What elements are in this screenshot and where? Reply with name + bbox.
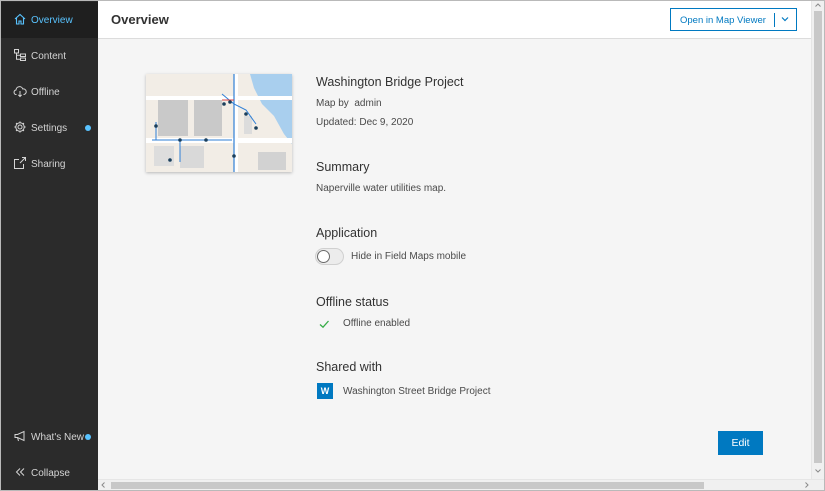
offline-status-heading: Offline status bbox=[316, 295, 389, 309]
updated-date: Updated: Dec 9, 2020 bbox=[316, 117, 414, 128]
sidebar-item-label: Sharing bbox=[31, 158, 66, 170]
summary-heading: Summary bbox=[316, 160, 370, 174]
layers-tree-icon bbox=[14, 49, 26, 61]
whats-new-button[interactable]: What's New bbox=[1, 419, 98, 455]
sidebar-item-label: Content bbox=[31, 50, 67, 62]
sidebar-item-sharing[interactable]: Sharing bbox=[1, 146, 98, 182]
owner-label: Map by bbox=[316, 98, 349, 109]
hide-in-field-maps-toggle[interactable] bbox=[315, 248, 344, 265]
sidebar-item-settings[interactable]: Settings bbox=[1, 110, 98, 146]
scroll-down-arrow-icon[interactable] bbox=[814, 467, 822, 475]
offline-status-text: Offline enabled bbox=[343, 318, 411, 329]
toggle-label: Hide in Field Maps mobile bbox=[351, 251, 467, 262]
sidebar-item-label: Overview bbox=[31, 14, 73, 26]
vertical-scroll-thumb[interactable] bbox=[814, 11, 822, 463]
app-window: Overview Content Offline Settings Sharin… bbox=[0, 0, 825, 491]
whats-new-label: What's New bbox=[31, 431, 85, 443]
horizontal-scrollbar[interactable] bbox=[98, 479, 824, 490]
gear-icon bbox=[14, 121, 26, 133]
application-heading: Application bbox=[316, 226, 378, 240]
vertical-scrollbar[interactable] bbox=[811, 1, 824, 479]
sidebar-item-label: Settings bbox=[31, 122, 68, 134]
summary-text: Naperville water utilities map. bbox=[316, 183, 447, 194]
map-thumbnail-image bbox=[146, 74, 292, 172]
cloud-download-icon bbox=[13, 86, 27, 98]
owner-name: admin bbox=[354, 98, 382, 109]
toggle-knob bbox=[317, 250, 330, 263]
map-thumbnail[interactable] bbox=[146, 74, 292, 172]
main-content: Washington Bridge Project Map by admin U… bbox=[98, 39, 811, 479]
group-avatar: W bbox=[317, 383, 333, 399]
page-header: Overview Open in Map Viewer bbox=[98, 1, 811, 39]
scroll-left-arrow-icon[interactable] bbox=[99, 481, 107, 489]
home-icon bbox=[14, 13, 26, 25]
chevrons-left-icon bbox=[15, 468, 25, 476]
button-divider bbox=[774, 13, 775, 27]
share-icon bbox=[14, 157, 26, 169]
horizontal-scroll-thumb[interactable] bbox=[111, 482, 704, 489]
chevron-down-icon[interactable] bbox=[780, 14, 790, 24]
sidebar: Overview Content Offline Settings Sharin… bbox=[1, 1, 98, 490]
megaphone-icon bbox=[14, 430, 25, 442]
sidebar-item-offline[interactable]: Offline bbox=[1, 74, 98, 110]
sidebar-item-content[interactable]: Content bbox=[1, 38, 98, 74]
map-title: Washington Bridge Project bbox=[316, 75, 464, 89]
checkmark-icon bbox=[319, 320, 329, 329]
shared-group-name[interactable]: Washington Street Bridge Project bbox=[343, 386, 490, 397]
open-in-map-viewer-label: Open in Map Viewer bbox=[680, 15, 766, 26]
open-in-map-viewer-button[interactable]: Open in Map Viewer bbox=[670, 8, 797, 31]
collapse-label: Collapse bbox=[31, 467, 70, 479]
collapse-button[interactable]: Collapse bbox=[1, 455, 98, 490]
indicator-dot bbox=[85, 125, 91, 131]
scroll-right-arrow-icon[interactable] bbox=[803, 481, 811, 489]
page-title: Overview bbox=[111, 12, 169, 27]
indicator-dot bbox=[85, 434, 91, 440]
shared-with-heading: Shared with bbox=[316, 360, 383, 374]
owner-line: Map by admin bbox=[316, 98, 382, 109]
sidebar-item-overview[interactable]: Overview bbox=[1, 2, 98, 38]
sidebar-item-label: Offline bbox=[31, 86, 60, 98]
scroll-up-arrow-icon[interactable] bbox=[814, 1, 822, 9]
edit-button[interactable]: Edit bbox=[718, 431, 763, 455]
